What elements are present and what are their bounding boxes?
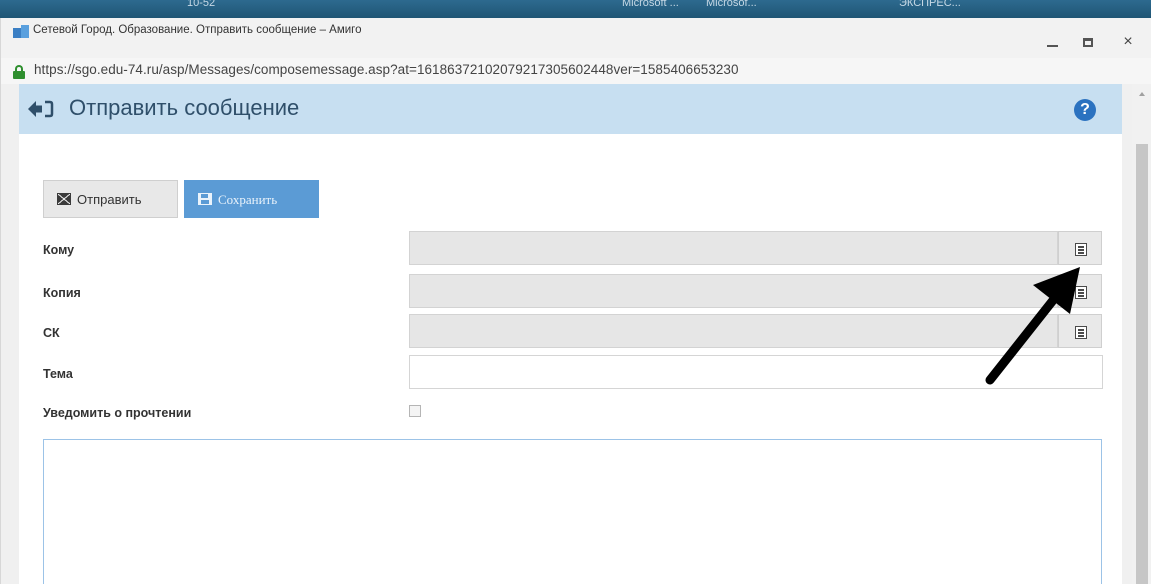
maximize-button[interactable] — [1073, 30, 1103, 54]
scroll-up-icon[interactable] — [1139, 92, 1145, 96]
bcc-field[interactable] — [409, 314, 1058, 348]
read-receipt-label: Уведомить о прочтении — [43, 406, 192, 420]
copy-field[interactable] — [409, 274, 1058, 308]
save-button-label: Сохранить — [218, 192, 278, 207]
to-field[interactable] — [409, 231, 1058, 265]
taskbar-item-express[interactable]: ЭКСПРЕС... — [899, 0, 961, 11]
subject-label: Тема — [43, 367, 73, 381]
page-title: Отправить сообщение — [69, 95, 300, 120]
read-receipt-checkbox[interactable] — [409, 405, 421, 417]
minimize-icon — [1047, 45, 1058, 47]
url-text[interactable]: https://sgo.edu-74.ru/asp/Messages/compo… — [34, 62, 739, 77]
bcc-label: СК — [43, 326, 60, 340]
window-title: Сетевой Город. Образование. Отправить со… — [33, 24, 362, 36]
annotation-arrow — [985, 267, 1080, 385]
lock-icon — [13, 65, 25, 79]
maximize-icon — [1083, 38, 1093, 47]
copy-label: Копия — [43, 286, 81, 300]
save-icon — [198, 193, 212, 205]
close-button[interactable]: × — [1113, 30, 1143, 54]
send-button-label: Отправить — [77, 192, 142, 207]
browser-window: Сетевой Город. Образование. Отправить со… — [0, 18, 1151, 584]
page-content: Отправить сообщение ? Отправить Сохранит… — [19, 84, 1122, 584]
message-body-textarea[interactable] — [43, 439, 1102, 584]
send-button[interactable]: Отправить — [43, 180, 178, 218]
page-scrollbar[interactable] — [1132, 84, 1151, 584]
window-titlebar[interactable]: Сетевой Город. Образование. Отправить со… — [1, 18, 1151, 58]
save-button[interactable]: Сохранить — [184, 180, 319, 218]
app-icon — [13, 25, 29, 39]
taskbar-item-clock[interactable]: 10-52 — [187, 0, 215, 11]
minimize-button[interactable] — [1037, 30, 1067, 54]
taskbar-item-microsoft-2[interactable]: Microsof... — [706, 0, 757, 11]
address-book-icon — [1075, 243, 1087, 256]
envelope-icon — [57, 193, 71, 205]
address-bar[interactable]: https://sgo.edu-74.ru/asp/Messages/compo… — [1, 58, 1151, 84]
to-label: Кому — [43, 243, 75, 257]
taskbar-item-microsoft-1[interactable]: Microsoft ... — [622, 0, 679, 11]
back-icon[interactable] — [26, 99, 54, 119]
window-controls: × — [1031, 30, 1151, 54]
close-icon: × — [1123, 33, 1133, 50]
to-address-book-button[interactable] — [1058, 231, 1102, 265]
help-icon[interactable]: ? — [1074, 99, 1096, 121]
scrollbar-thumb[interactable] — [1136, 144, 1148, 584]
desktop-taskbar: 10-52 Microsoft ... Microsof... ЭКСПРЕС.… — [0, 0, 1151, 18]
page-header: Отправить сообщение ? — [19, 84, 1122, 134]
